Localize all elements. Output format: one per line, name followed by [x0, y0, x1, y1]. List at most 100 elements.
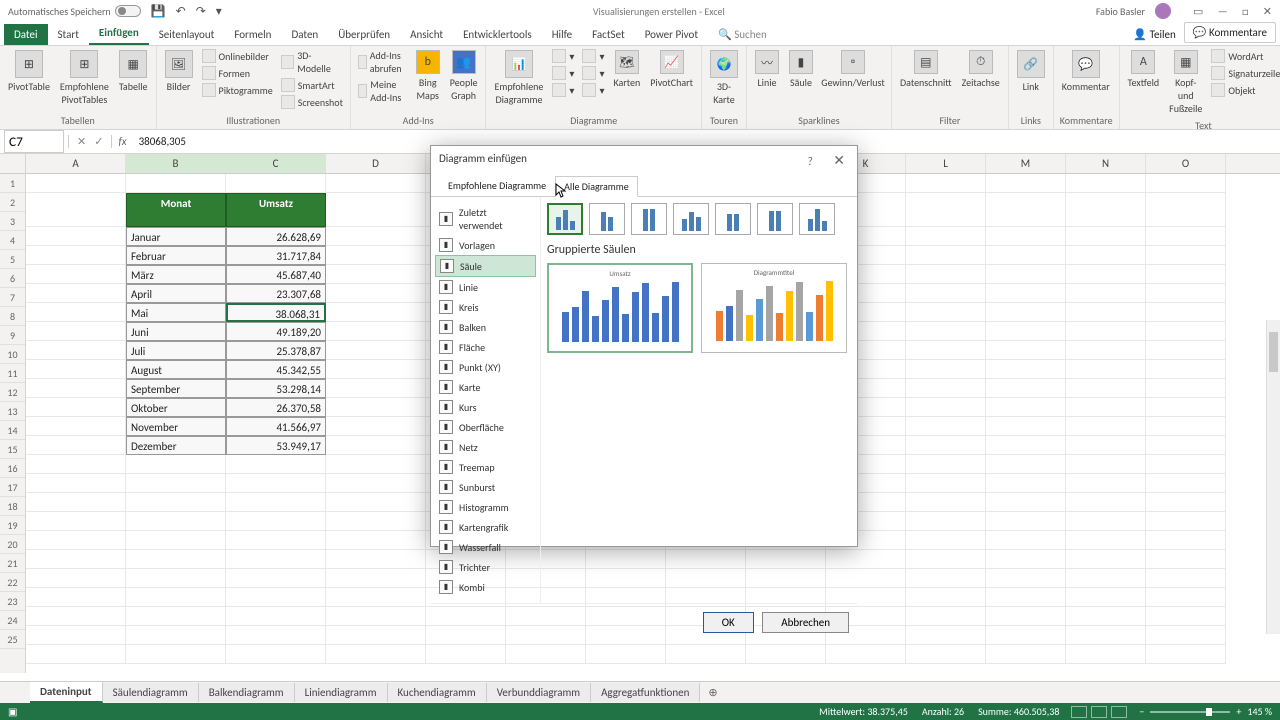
chart-cat-4[interactable]: ▮Kreis [435, 297, 536, 317]
sheet-tab-saeulen[interactable]: Säulendiagramm [103, 683, 199, 702]
cancel-button[interactable]: Abbrechen [762, 612, 849, 633]
subtype-100stacked-column[interactable] [631, 203, 667, 235]
zoom-out-icon[interactable]: − [1139, 705, 1144, 718]
add-sheet-button[interactable]: ⊕ [700, 683, 725, 702]
sheet-tab-dateninput[interactable]: Dateninput [30, 682, 103, 703]
subtype-3d-stacked[interactable] [715, 203, 751, 235]
zoom-slider[interactable] [1150, 711, 1230, 713]
online-pictures-button[interactable]: Onlinebilder [201, 48, 274, 64]
redo-icon[interactable]: ↷ [196, 4, 206, 19]
subtype-3d-column[interactable] [799, 203, 835, 235]
pivottable-button[interactable]: ⊞PivotTable [6, 48, 52, 95]
comments-button[interactable]: 💬 Kommentare [1184, 22, 1276, 43]
save-icon[interactable]: 💾 [151, 4, 166, 19]
normal-view-icon[interactable] [1071, 706, 1087, 718]
ribbon-options-icon[interactable]: ▭ [1193, 5, 1203, 18]
maximize-icon[interactable]: □ [1242, 5, 1249, 18]
shapes-button[interactable]: Formen [201, 65, 274, 81]
get-addins-button[interactable]: Add-Ins abrufen [357, 48, 408, 76]
chart-cat-17[interactable]: ▮Trichter [435, 557, 536, 577]
chart-cat-2[interactable]: ▮Säule [435, 255, 536, 277]
subtype-3d-clustered[interactable] [673, 203, 709, 235]
recommended-charts-button[interactable]: 📊Empfohlene Diagramme [492, 48, 545, 108]
bing-maps-button[interactable]: bBing Maps [414, 48, 442, 104]
chart-line-button[interactable]: ▾ [551, 65, 575, 81]
3dmap-button[interactable]: 🌍3D-Karte [708, 48, 740, 108]
sparkline-line-button[interactable]: 〰Linie [753, 48, 781, 91]
people-graph-button[interactable]: 👥People Graph [448, 48, 480, 104]
record-macro-icon[interactable]: ▣ [8, 705, 17, 718]
subtype-clustered-column[interactable] [547, 203, 583, 235]
sheet-tab-balken[interactable]: Balkendiagramm [199, 683, 295, 702]
comment-button[interactable]: 💬Kommentar [1060, 48, 1112, 95]
chart-cat-15[interactable]: ▮Kartengrafik [435, 517, 536, 537]
subtype-stacked-column[interactable] [589, 203, 625, 235]
chart-cat-0[interactable]: ▮Zuletzt verwendet [435, 203, 536, 235]
autosave-toggle[interactable]: Automatisches Speichern [8, 5, 141, 18]
share-button[interactable]: 👤 Teilen [1125, 24, 1183, 45]
slicer-button[interactable]: ▤Datenschnitt [898, 48, 954, 91]
textbox-button[interactable]: ATextfeld [1126, 48, 1162, 91]
vertical-scrollbar[interactable] [1266, 320, 1280, 634]
chart-cat-14[interactable]: ▮Histogramm [435, 497, 536, 517]
chart-area-button[interactable]: ▾ [581, 65, 605, 81]
chart-cat-8[interactable]: ▮Karte [435, 377, 536, 397]
tab-factset[interactable]: FactSet [582, 24, 635, 45]
chart-cat-5[interactable]: ▮Balken [435, 317, 536, 337]
search-label[interactable]: Suchen [734, 28, 767, 41]
sheet-tab-verbund[interactable]: Verbunddiagramm [487, 683, 591, 702]
sheet-tab-linien[interactable]: Liniendiagramm [295, 683, 388, 702]
chart-cat-3[interactable]: ▮Linie [435, 277, 536, 297]
screenshot-button[interactable]: Screenshot [280, 94, 344, 110]
page-break-view-icon[interactable] [1111, 706, 1127, 718]
recommended-pivot-button[interactable]: ⊞Empfohlene PivotTables [58, 48, 111, 108]
chart-cat-6[interactable]: ▮Fläche [435, 337, 536, 357]
minimize-icon[interactable]: — [1218, 5, 1228, 18]
tab-daten[interactable]: Daten [281, 24, 328, 45]
header-footer-button[interactable]: ▦Kopf- und Fußzeile [1167, 48, 1204, 117]
fx-icon[interactable]: fx [112, 135, 132, 148]
signature-button[interactable]: Signaturzeile [1210, 65, 1280, 81]
file-tab[interactable]: Datei [4, 24, 48, 45]
dialog-help-icon[interactable]: ? [808, 155, 813, 168]
row-headers[interactable]: 1234567891011121314151617181920212223242… [0, 154, 26, 673]
link-button[interactable]: 🔗Link [1015, 48, 1047, 95]
icons-button[interactable]: Piktogramme [201, 82, 274, 98]
maps-button[interactable]: 🗺Karten [611, 48, 642, 91]
pivotchart-button[interactable]: 📈PivotChart [648, 48, 695, 91]
tab-ansicht[interactable]: Ansicht [400, 24, 453, 45]
dialog-tab-all[interactable]: Alle Diagramme [555, 176, 638, 197]
tab-ueberpruefen[interactable]: Überprüfen [328, 24, 400, 45]
tab-seitenlayout[interactable]: Seitenlayout [149, 24, 225, 45]
sparkline-winloss-button[interactable]: ▫Gewinn/Verlust [821, 48, 885, 91]
tab-formeln[interactable]: Formeln [224, 24, 281, 45]
page-layout-view-icon[interactable] [1091, 706, 1107, 718]
chart-col-button[interactable]: ▾ [551, 48, 575, 64]
tab-einfuegen[interactable]: Einfügen [89, 22, 149, 45]
tab-start[interactable]: Start [48, 24, 89, 45]
sheet-tab-kuchen[interactable]: Kuchendiagramm [388, 683, 487, 702]
chart-cat-12[interactable]: ▮Treemap [435, 457, 536, 477]
subtype-3d-100stacked[interactable] [757, 203, 793, 235]
confirm-formula-icon[interactable]: ✓ [94, 135, 103, 148]
my-addins-button[interactable]: Meine Add-Ins [357, 77, 408, 105]
zoom-in-icon[interactable]: + [1236, 705, 1241, 718]
table-button[interactable]: ▦Tabelle [117, 48, 150, 95]
chart-cat-9[interactable]: ▮Kurs [435, 397, 536, 417]
close-window-icon[interactable]: ✕ [1263, 5, 1272, 18]
chart-scatter-button[interactable]: ▾ [581, 82, 605, 98]
sheet-tab-aggregat[interactable]: Aggregatfunktionen [591, 683, 700, 702]
pictures-button[interactable]: 🖼Bilder [163, 48, 195, 95]
undo-icon[interactable]: ↶ [176, 4, 186, 19]
dialog-close-icon[interactable]: ✕ [829, 152, 849, 169]
3dmodels-button[interactable]: 3D-Modelle [280, 48, 344, 76]
timeline-button[interactable]: ⏱Zeitachse [960, 48, 1002, 91]
tab-powerpivot[interactable]: Power Pivot [635, 24, 708, 45]
chart-pie-button[interactable]: ▾ [551, 82, 575, 98]
zoom-level[interactable]: 145 % [1247, 705, 1272, 718]
object-button[interactable]: Objekt [1210, 82, 1280, 98]
chart-cat-10[interactable]: ▮Oberfläche [435, 417, 536, 437]
chart-cat-13[interactable]: ▮Sunburst [435, 477, 536, 497]
user-avatar[interactable] [1155, 3, 1171, 19]
tab-entwicklertools[interactable]: Entwicklertools [453, 24, 542, 45]
